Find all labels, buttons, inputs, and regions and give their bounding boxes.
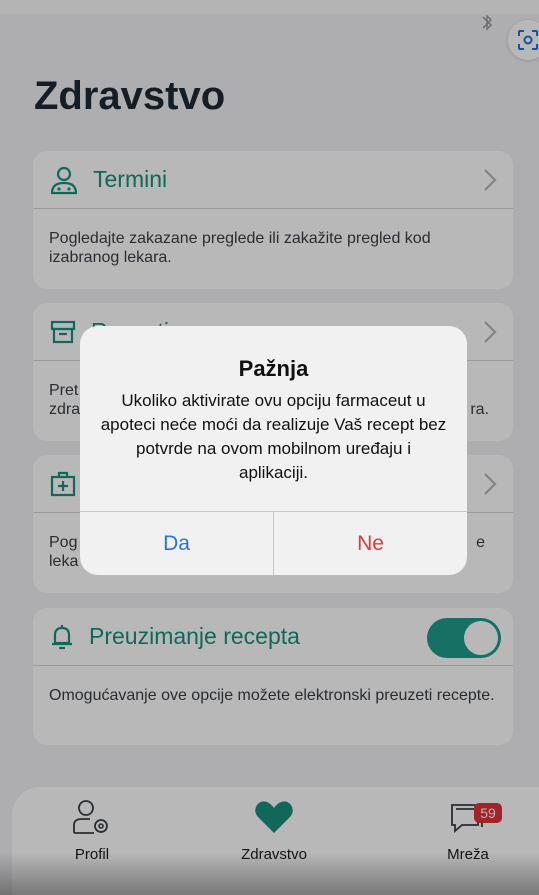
alert-title: Pažnja xyxy=(238,356,309,381)
alert-dialog: Pažnja Ukoliko aktivirate ovu opciju far… xyxy=(80,326,467,575)
bottom-shadow xyxy=(0,852,539,895)
alert-message: Ukoliko aktivirate ovu opciju farmaceut … xyxy=(100,391,447,482)
confirm-button[interactable]: Da xyxy=(80,512,274,575)
cancel-button[interactable]: Ne xyxy=(274,512,467,575)
alert-buttons: Da Ne xyxy=(80,511,467,575)
